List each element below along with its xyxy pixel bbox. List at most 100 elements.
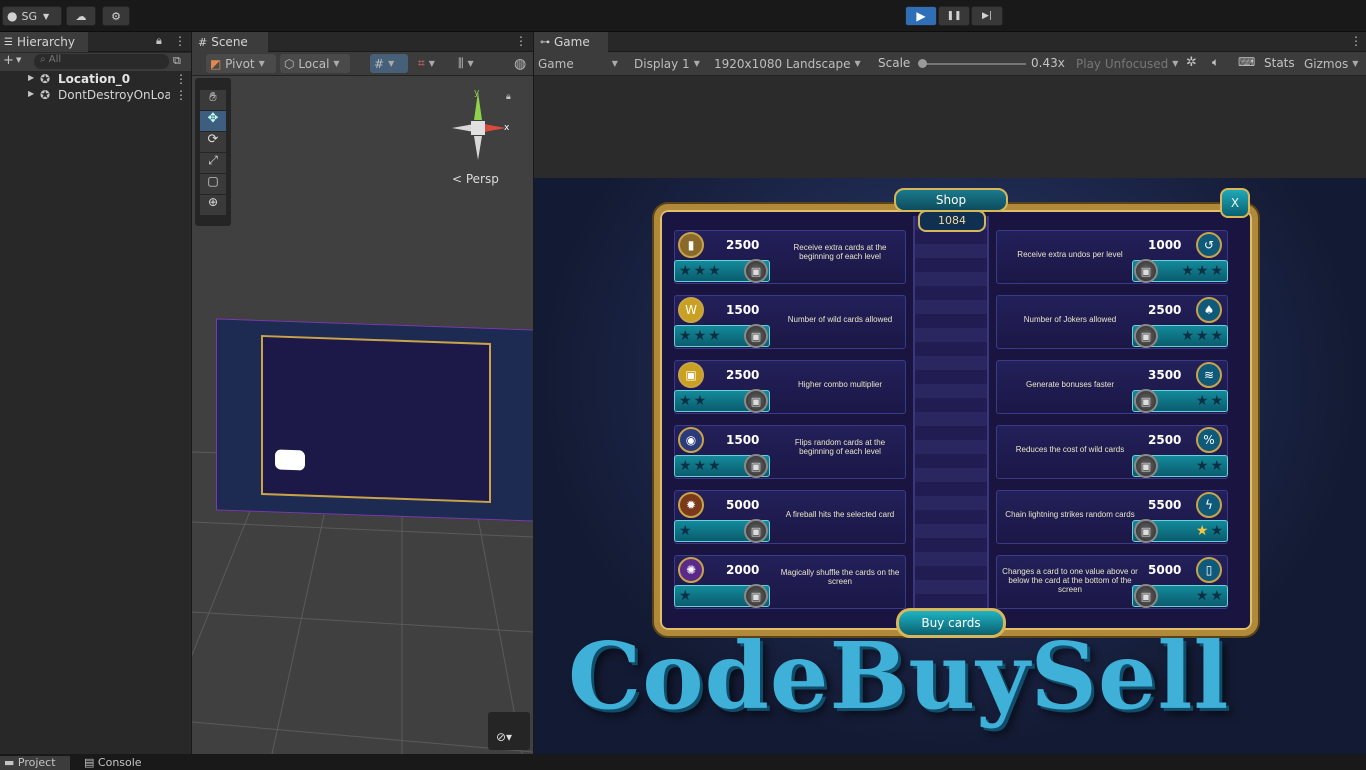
sphere-icon: ◍ — [514, 55, 527, 72]
level-star-icon: ★ — [1181, 328, 1194, 344]
item-description: Higher combo multiplier — [797, 380, 883, 389]
shop-item-row[interactable]: ↺ 1000 Receive extra undos per level ★ ★ ★ ▣ — [996, 230, 1228, 286]
orientation-gizmo[interactable] — [444, 84, 524, 164]
render-mode-button[interactable]: ◍ — [510, 54, 532, 73]
upgrade-lock-icon[interactable]: ▣ — [744, 584, 768, 608]
play-button[interactable]: ▶ — [905, 6, 937, 26]
level-star-icon: ★ — [1210, 523, 1223, 539]
shop-item-row[interactable]: % 2500 Reduces the cost of wild cards ★ ★ ▣ — [996, 425, 1228, 481]
pivot-dropdown[interactable]: ◩ Pivot ▼ — [206, 54, 276, 73]
increment-dropdown[interactable]: ⫼ ▼ — [454, 54, 490, 73]
upgrade-lock-icon[interactable]: ▣ — [744, 454, 768, 478]
list-item[interactable]: ▶ ✪ Location_0 ⋮ — [0, 72, 191, 88]
upgrade-icon: ▯ — [1196, 557, 1222, 583]
lock-icon[interactable]: 🔒︎ — [506, 92, 511, 102]
step-button[interactable]: ▶| — [971, 6, 1003, 26]
tab-scene[interactable]: # Scene — [192, 32, 268, 52]
shop-item-row[interactable]: ♠ 2500 Number of Jokers allowed ★ ★ ★ ▣ — [996, 295, 1228, 351]
scale-tool-icon[interactable]: ⤢ — [200, 153, 226, 173]
game-viewport: Shop 1084 X ▮ 2500 Receive extra cards at … — [534, 178, 1366, 754]
bug-icon[interactable]: ✲ — [1186, 55, 1197, 70]
item-description: A fireball hits the selected card — [785, 510, 895, 519]
stats-button[interactable]: Stats — [1264, 56, 1295, 70]
tab-hierarchy[interactable]: ☰ Hierarchy — [0, 32, 88, 52]
chevron-down-icon[interactable]: ▼ — [16, 56, 21, 64]
game-mode-dropdown[interactable]: Game ▼ — [534, 54, 626, 73]
upgrade-lock-icon[interactable]: ▣ — [744, 259, 768, 283]
scale-slider[interactable] — [918, 59, 1026, 68]
shop-item-row[interactable]: ▮ 2500 Receive extra cards at the beginnin… — [674, 230, 906, 286]
shop-item-row[interactable]: ϟ 5500 Chain lightning strikes random card… — [996, 490, 1228, 546]
level-star-icon: ★ — [679, 588, 692, 604]
list-icon: ☰ — [4, 36, 13, 48]
item-price: 2500 — [726, 238, 760, 252]
upgrade-lock-icon[interactable]: ▣ — [1134, 324, 1158, 348]
add-icon[interactable]: + — [3, 53, 14, 68]
collab-button[interactable]: ⚙ — [102, 6, 130, 26]
upgrade-lock-icon[interactable]: ▣ — [1134, 389, 1158, 413]
expand-arrow-icon[interactable]: ▶ — [28, 89, 34, 98]
lock-icon[interactable]: 🔒︎ — [156, 34, 162, 48]
upgrade-lock-icon[interactable]: ▣ — [1134, 519, 1158, 543]
upgrade-lock-icon[interactable]: ▣ — [1134, 259, 1158, 283]
bottom-tabbar: ▬ Project ▤ Console — [0, 754, 1366, 770]
rect-tool-icon[interactable]: ▢ — [200, 174, 226, 194]
search-input[interactable]: ⌕ All — [34, 54, 169, 69]
scene-toolbar: ◩ Pivot ▼ ⬡ Local ▼ # ▼ ⌗ ▼ ⫼ ▼ ◍ — [192, 52, 533, 76]
keyboard-icon[interactable]: ⌨ — [1238, 55, 1255, 69]
scene-view-options[interactable]: ⊘▾ — [488, 712, 530, 750]
gizmos-dropdown[interactable]: Gizmos ▼ — [1300, 54, 1364, 73]
upgrade-icon: ✺ — [678, 557, 704, 583]
upgrade-lock-icon[interactable]: ▣ — [744, 324, 768, 348]
snap-icon: ⌗ — [418, 56, 425, 70]
snap-dropdown[interactable]: ⌗ ▼ — [414, 54, 450, 73]
shop-item-row[interactable]: ✺ 2000 Magically shuffle the cards on the … — [674, 555, 906, 611]
resolution-dropdown[interactable]: 1920x1080 Landscape ▼ — [710, 54, 870, 73]
settings-icon: ⚙ — [111, 9, 121, 23]
local-dropdown[interactable]: ⬡ Local ▼ — [280, 54, 350, 73]
more-icon[interactable]: ⋮ — [175, 72, 187, 86]
upgrade-lock-icon[interactable]: ▣ — [1134, 584, 1158, 608]
grid-snap-dropdown[interactable]: # ▼ — [370, 54, 408, 73]
close-button[interactable]: X — [1220, 188, 1250, 218]
level-star-icon: ★ — [1195, 393, 1209, 409]
chevron-down-icon: ▼ — [428, 59, 435, 68]
move-tool-icon[interactable]: ✥ — [200, 111, 226, 131]
play-focus-dropdown[interactable]: Play Unfocused ▼ — [1072, 54, 1180, 73]
transform-tool-icon[interactable]: ⊕ — [200, 195, 226, 215]
transform-tools: ✋︎ ✥ ⟳ ⤢ ▢ ⊕ — [195, 78, 231, 226]
chevron-down-icon: ▼ — [467, 59, 474, 68]
more-icon[interactable]: ⋮ — [1350, 34, 1362, 48]
expand-arrow-icon[interactable]: ▶ — [28, 73, 34, 82]
shop-item-row[interactable]: ✹ 5000 A fireball hits the selected card ★ ▣ — [674, 490, 906, 546]
tab-game[interactable]: ⊶ Game — [534, 32, 608, 52]
item-description: Generate bonuses faster — [1025, 380, 1115, 389]
slider-thumb[interactable] — [918, 59, 927, 68]
game-tabbar: ⊶ Game ⋮ — [534, 32, 1366, 52]
account-dropdown[interactable]: ● SG ▼ — [2, 6, 62, 26]
upgrade-lock-icon[interactable]: ▣ — [744, 389, 768, 413]
rotate-tool-icon[interactable]: ⟳ — [200, 132, 226, 152]
shop-item-row[interactable]: W 1500 Number of wild cards allowed ★ ★ ★ ▣ — [674, 295, 906, 351]
more-icon[interactable]: ⋮ — [174, 34, 186, 48]
more-icon[interactable]: ⋮ — [515, 34, 527, 48]
list-item[interactable]: ▶ ✪ DontDestroyOnLoad ⋮ — [0, 88, 191, 104]
main-toolbar: ● SG ▼ ☁ ⚙ ▶ ❚❚ ▶| — [0, 0, 1366, 32]
shop-item-row[interactable]: ▣ 2500 Higher combo multiplier ★ ★ ▣ — [674, 360, 906, 416]
shop-item-row[interactable]: ▯ 5000 Changes a card to one value above o… — [996, 555, 1228, 611]
more-icon[interactable]: ⋮ — [175, 88, 187, 102]
level-star-icon: ★ — [1195, 523, 1209, 539]
item-description: Number of Jokers allowed — [1023, 315, 1117, 324]
cloud-button[interactable]: ☁ — [66, 6, 96, 26]
display-dropdown[interactable]: Display 1 ▼ — [630, 54, 708, 73]
item-price: 5500 — [1148, 498, 1182, 512]
item-price: 1500 — [726, 303, 760, 317]
shop-item-row[interactable]: ◉ 1500 Flips random cards at the beginning… — [674, 425, 906, 481]
filter-icon[interactable]: ⧉ — [173, 54, 181, 68]
hand-tool-icon[interactable]: ✋︎ — [200, 90, 226, 110]
upgrade-lock-icon[interactable]: ▣ — [744, 519, 768, 543]
upgrade-lock-icon[interactable]: ▣ — [1134, 454, 1158, 478]
shop-item-row[interactable]: ≋ 3500 Generate bonuses faster ★ ★ ▣ — [996, 360, 1228, 416]
pause-button[interactable]: ❚❚ — [938, 6, 970, 26]
audio-icon[interactable]: 🔈︎ — [1212, 55, 1219, 70]
